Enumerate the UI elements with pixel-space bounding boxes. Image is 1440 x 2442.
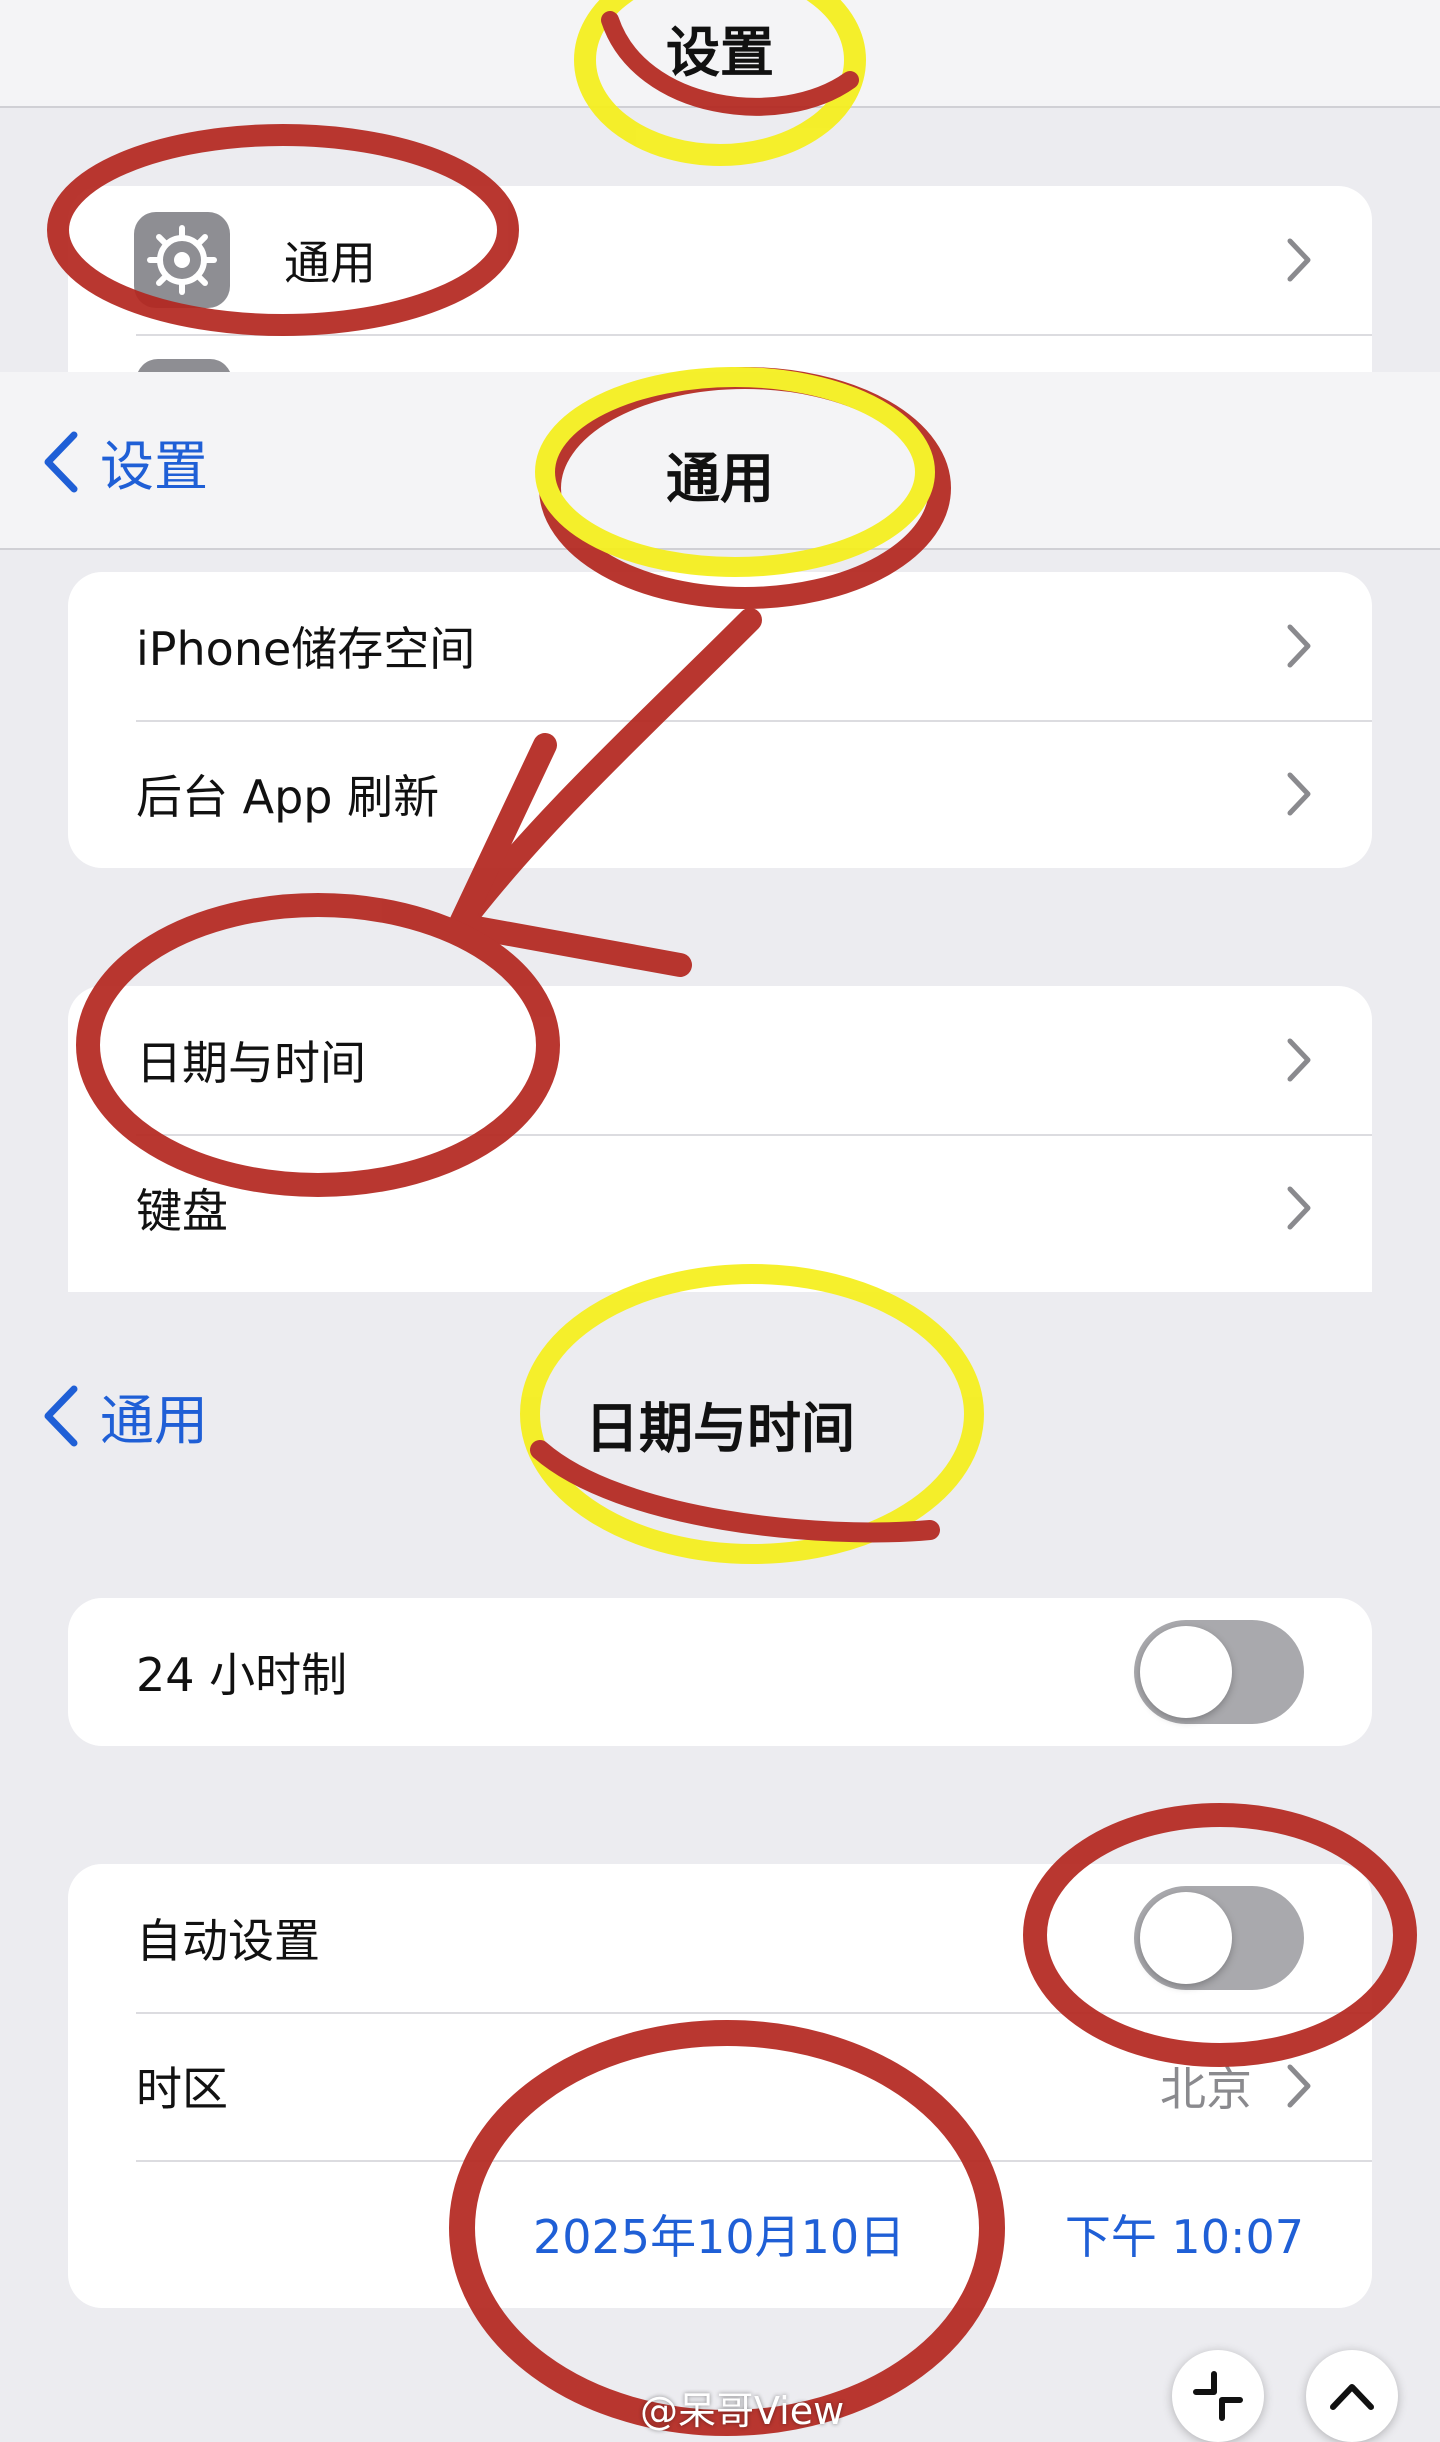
page-title: 通用 (666, 447, 774, 510)
chevron-right-icon (1287, 624, 1311, 668)
general-navbar: 设置 通用 (0, 372, 1440, 550)
list-item-auto-set: 自动设置 (68, 1864, 1372, 2012)
chevron-right-icon (1287, 1038, 1311, 1082)
page-title: 设置 (666, 21, 774, 84)
list-item-24-hour: 24 小时制 (68, 1598, 1372, 1746)
settings-item-general[interactable]: 通用 (68, 186, 1372, 334)
list-item-iphone-storage[interactable]: iPhone储存空间 (68, 572, 1372, 720)
app-icon (136, 359, 232, 372)
toggle-knob (1140, 1626, 1232, 1718)
list-item-label: iPhone储存空间 (136, 622, 476, 676)
chevron-right-icon (1287, 238, 1311, 282)
chevron-right-icon (1287, 772, 1311, 816)
datetime-group: 日期与时间 键盘 (68, 986, 1372, 1292)
scroll-top-button[interactable] (1306, 2350, 1398, 2442)
settings-navbar: 设置 (0, 0, 1440, 108)
settings-group: 通用 (68, 186, 1372, 372)
list-item-date-time[interactable]: 日期与时间 (68, 986, 1372, 1134)
list-item-timezone[interactable]: 时区 北京 (68, 2012, 1372, 2160)
chevron-right-icon (1287, 1186, 1311, 1230)
list-item-date-time-values: 2025年10月10日 下午 10:07 (68, 2160, 1372, 2308)
hour24-group: 24 小时制 (68, 1598, 1372, 1746)
collapse-icon (1193, 2371, 1243, 2421)
timezone-value: 北京 (1160, 2062, 1252, 2116)
chevron-up-icon (1330, 2384, 1374, 2410)
list-item-background-refresh[interactable]: 后台 App 刷新 (68, 720, 1372, 868)
toggle-knob (1140, 1892, 1232, 1984)
date-picker-button[interactable]: 2025年10月10日 (533, 2201, 905, 2267)
hour24-toggle[interactable] (1134, 1620, 1304, 1724)
list-item-label: 键盘 (136, 1184, 228, 1238)
time-picker-button[interactable]: 下午 10:07 (1065, 2201, 1304, 2267)
settings-screen: 设置 通用 (0, 0, 1440, 372)
collapse-button[interactable] (1172, 2350, 1264, 2442)
datetime-screen: 通用 日期与时间 24 小时制 自动设置 时区 北京 2025年10月10日 下… (0, 1292, 1440, 2442)
settings-item-next[interactable] (68, 334, 1372, 372)
chevron-right-icon (1287, 2064, 1311, 2108)
storage-group: iPhone储存空间 后台 App 刷新 (68, 572, 1372, 868)
list-item-label: 后台 App 刷新 (136, 770, 440, 824)
list-item-keyboard[interactable]: 键盘 (68, 1134, 1372, 1282)
general-screen: 设置 通用 iPhone储存空间 后台 App 刷新 日期与时间 键盘 (0, 372, 1440, 1292)
page-title: 日期与时间 (585, 1397, 855, 1460)
list-item-label: 日期与时间 (136, 1036, 366, 1090)
settings-item-label: 通用 (284, 236, 376, 290)
gear-icon (134, 212, 230, 308)
auto-set-group: 自动设置 时区 北京 2025年10月10日 下午 10:07 (68, 1864, 1372, 2308)
auto-set-toggle[interactable] (1134, 1886, 1304, 1990)
watermark: @呆哥View (640, 2389, 845, 2433)
